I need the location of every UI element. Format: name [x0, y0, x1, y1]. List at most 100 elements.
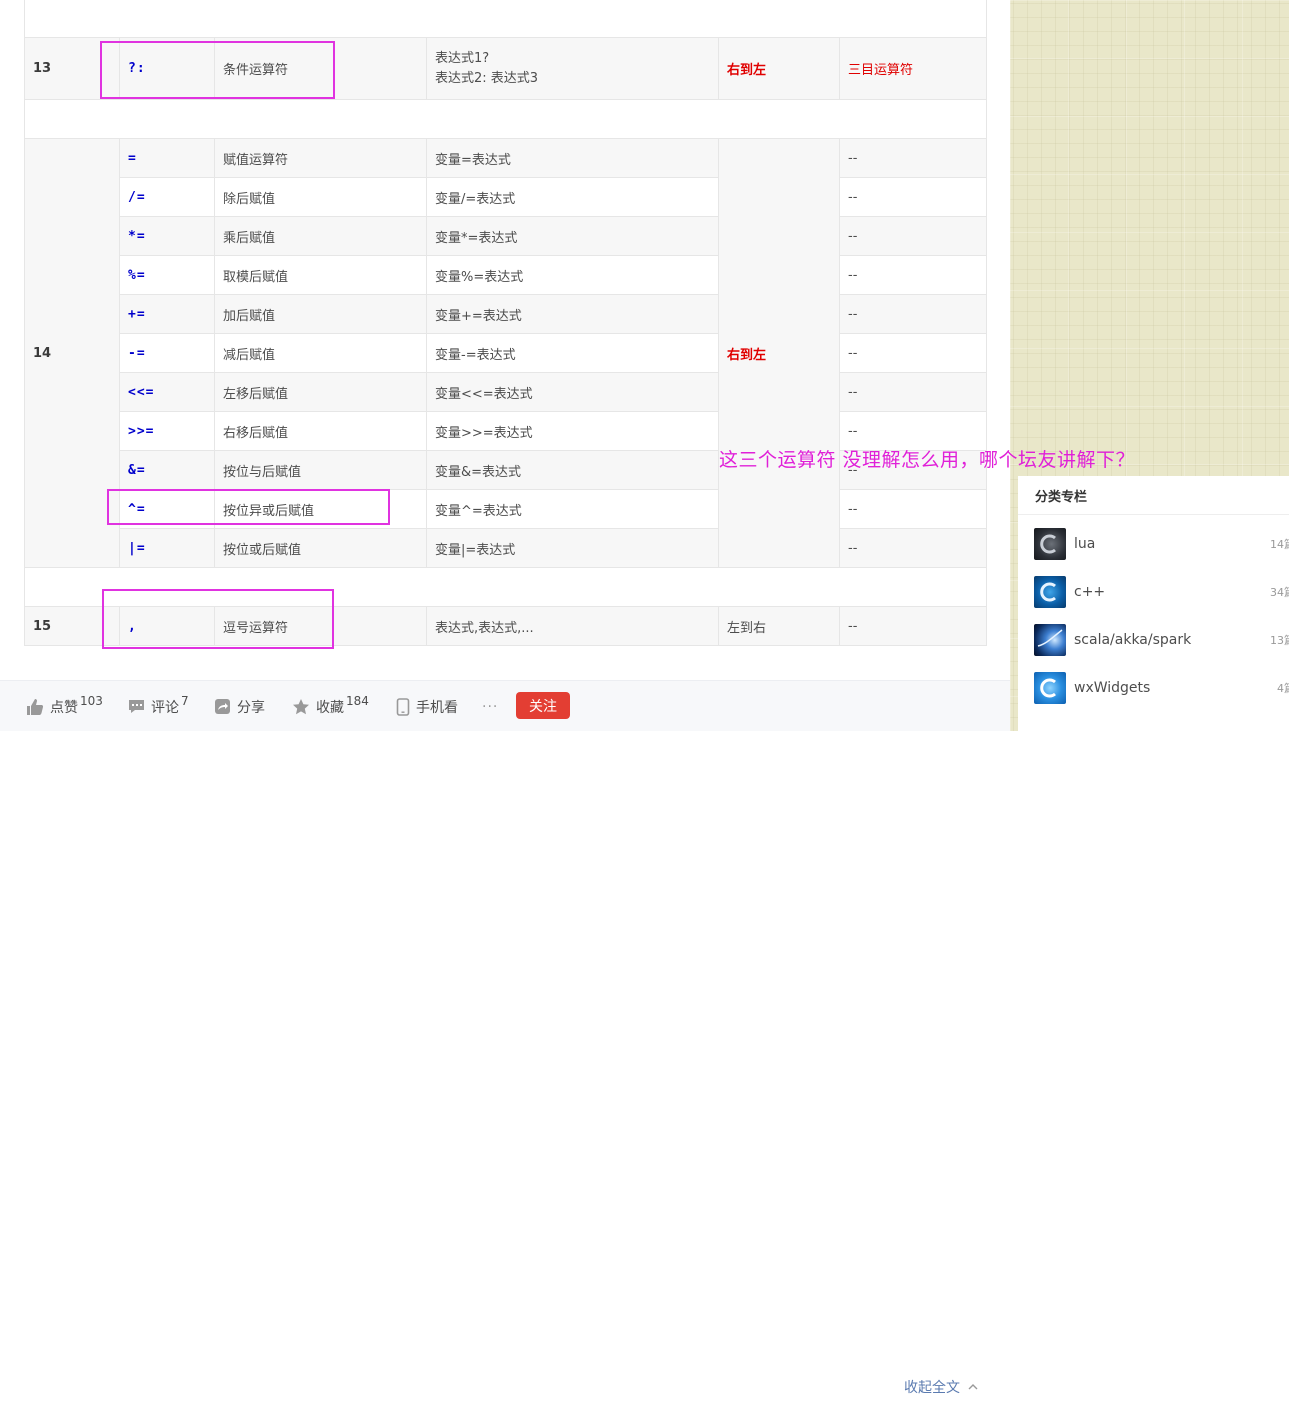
operator-cell: ^= [119, 489, 215, 529]
operator-cell: |= [119, 528, 215, 568]
collapse-label: 收起全文 [904, 1379, 960, 1396]
table-row: %= 取模后赋值 变量%=表达式 -- [25, 255, 988, 295]
usage-cell: 变量%=表达式 [426, 255, 719, 295]
table-row: /= 除后赋值 变量/=表达式 -- [25, 177, 988, 217]
operator-cell: >>= [119, 411, 215, 451]
category-name: c++ [1074, 584, 1106, 600]
usage-line: 表达式1? [435, 50, 490, 66]
table-row: 15 , 逗号运算符 表达式,表达式,... 左到右 -- [24, 606, 988, 646]
operator-name-cell: 左移后赋值 [214, 372, 427, 412]
usage-cell: 变量+=表达式 [426, 294, 719, 334]
category-lua-icon [1034, 528, 1066, 560]
note-cell: -- [838, 216, 988, 256]
category-panel: 分类专栏 lua 14篇 c++ 34篇 scala/akka/spark 13… [1018, 476, 1289, 736]
note-cell: -- [838, 372, 988, 412]
usage-cell: 变量|=表达式 [426, 528, 719, 568]
operator-name-cell: 按位与后赋值 [214, 450, 427, 490]
thumbs-up-icon [27, 698, 44, 715]
share-button[interactable]: 分享 [214, 681, 265, 732]
operator-cell: ?: [119, 37, 215, 100]
category-count: 34篇 [1270, 586, 1289, 599]
category-item-cpp[interactable]: c++ 34篇 [1034, 576, 1289, 608]
operator-name-cell: 逗号运算符 [214, 606, 427, 646]
usage-cell: 变量&=表达式 [426, 450, 719, 490]
operator-name-cell: 加后赋值 [214, 294, 427, 334]
precedence-cell: 13 [24, 37, 120, 100]
divider [1018, 514, 1289, 515]
category-item-scala[interactable]: scala/akka/spark 13篇 [1034, 624, 1289, 656]
operator-cell: -= [119, 333, 215, 373]
usage-cell: 变量*=表达式 [426, 216, 719, 256]
table-row: += 加后赋值 变量+=表达式 -- [25, 294, 988, 334]
usage-line: 表达式2: 表达式3 [435, 70, 539, 86]
share-label: 分享 [237, 699, 265, 716]
operator-cell: <<= [119, 372, 215, 412]
precedence-cell: 14 [24, 138, 120, 568]
category-count: 14篇 [1270, 538, 1289, 551]
usage-cell: 变量/=表达式 [426, 177, 719, 217]
category-cpp-icon [1034, 576, 1066, 608]
left-gutter [0, 0, 24, 743]
precedence-cell: 15 [24, 606, 120, 646]
collapse-article-link[interactable]: 收起全文 [904, 1361, 980, 1412]
category-name: wxWidgets [1074, 680, 1151, 696]
comment-button[interactable]: 评论 7 [128, 681, 189, 732]
note-cell: -- [838, 333, 988, 373]
operator-cell: = [119, 138, 215, 178]
associativity-cell: 左到右 [718, 606, 840, 646]
operator-name-cell: 按位或后赋值 [214, 528, 427, 568]
category-name: lua [1074, 536, 1096, 552]
note-cell: -- [838, 528, 988, 568]
note-cell: -- [838, 255, 988, 295]
note-cell: -- [838, 294, 988, 334]
operator-cell: *= [119, 216, 215, 256]
operator-cell: += [119, 294, 215, 334]
article-toolbar: 点赞 103 评论 7 分享 收藏 184 手机看 ··· 收起全文 [0, 680, 1010, 1396]
mobile-view-button[interactable]: 手机看 [396, 681, 458, 732]
usage-cell: 变量<<=表达式 [426, 372, 719, 412]
note-cell: 三目运算符 [838, 37, 988, 100]
category-count: 13篇 [1270, 634, 1289, 647]
usage-cell: 变量>>=表达式 [426, 411, 719, 451]
star-icon [293, 698, 309, 714]
more-button[interactable]: ··· [482, 681, 498, 732]
table-row: 13 ?: 条件运算符 表达式1? 表达式2: 表达式3 右到左 三目运算符 [24, 37, 988, 100]
category-item-wxwidgets[interactable]: wxWidgets 4篇 [1034, 672, 1289, 704]
category-item-lua[interactable]: lua 14篇 [1034, 528, 1289, 560]
table-row-blank [23, 0, 988, 38]
note-cell: -- [838, 489, 988, 529]
category-wxwidgets-icon [1034, 672, 1066, 704]
table-row: |= 按位或后赋值 变量|=表达式 -- [25, 528, 988, 568]
associativity-cell: 右到左 [718, 37, 840, 100]
operator-name-cell: 条件运算符 [214, 37, 427, 100]
like-count: 103 [80, 693, 103, 708]
operator-name-cell: 除后赋值 [214, 177, 427, 217]
operator-name-cell: 乘后赋值 [214, 216, 427, 256]
favorite-button[interactable]: 收藏 184 [292, 681, 369, 732]
follow-button[interactable]: 关注 [516, 692, 570, 719]
operator-name-cell: 右移后赋值 [214, 411, 427, 451]
favorite-count: 184 [346, 693, 369, 708]
annotation-text: 这三个运算符 没理解怎么用，哪个坛友讲解下？ [719, 449, 1136, 471]
mobile-view-label: 手机看 [416, 699, 458, 716]
usage-cell: 变量-=表达式 [426, 333, 719, 373]
note-cell: -- [838, 606, 988, 646]
table-row: <<= 左移后赋值 变量<<=表达式 -- [25, 372, 988, 412]
operator-name-cell: 赋值运算符 [214, 138, 427, 178]
comment-icon [129, 700, 144, 713]
table-row: -= 减后赋值 变量-=表达式 -- [25, 333, 988, 373]
table-row-blank [23, 567, 988, 607]
note-cell: -- [838, 138, 988, 178]
operator-cell: , [119, 606, 215, 646]
category-count: 4篇 [1277, 682, 1289, 695]
like-button[interactable]: 点赞 103 [26, 681, 103, 732]
comment-label: 评论 [151, 699, 179, 716]
chevron-up-icon [968, 1383, 978, 1389]
usage-cell: 变量=表达式 [426, 138, 719, 178]
phone-icon [396, 697, 410, 716]
category-name: scala/akka/spark [1074, 632, 1192, 648]
associativity-cell: 右到左 [718, 138, 840, 568]
operator-precedence-table: 13 ?: 条件运算符 表达式1? 表达式2: 表达式3 右到左 三目运算符 1… [23, 0, 988, 646]
operator-cell: /= [119, 177, 215, 217]
operator-cell: &= [119, 450, 215, 490]
